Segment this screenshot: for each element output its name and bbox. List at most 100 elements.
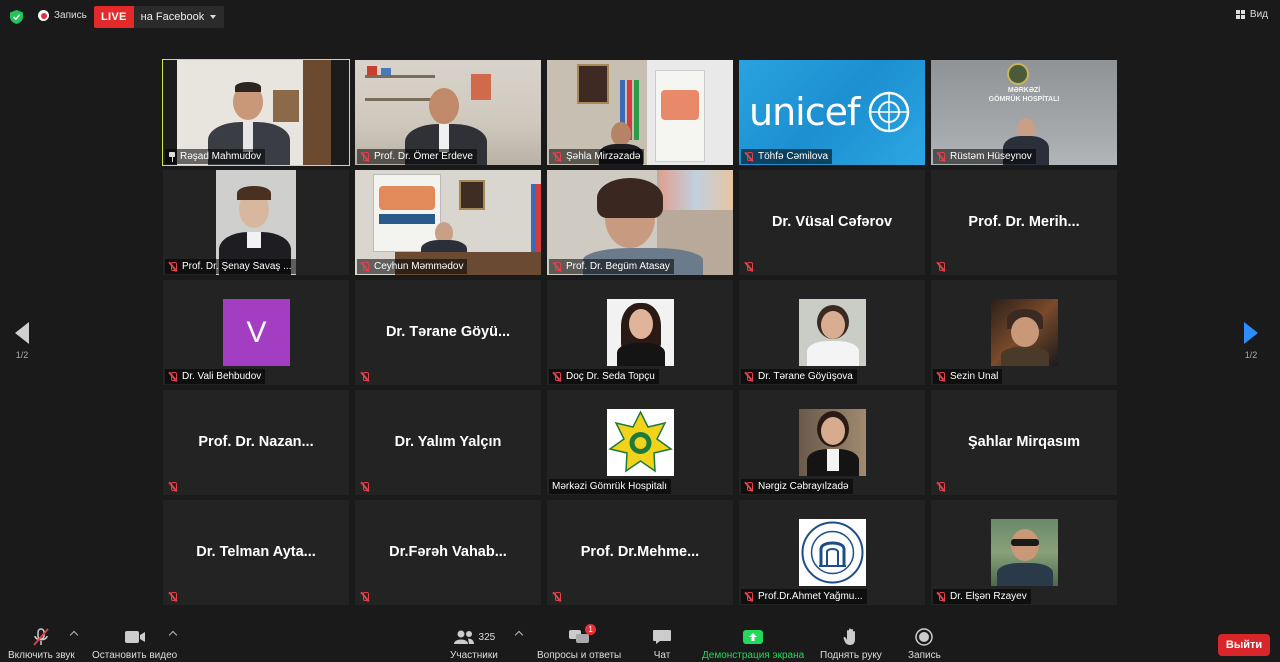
muted-microphone-icon bbox=[552, 261, 562, 272]
participant-tile-name[interactable]: Dr. Tərane Göyü... bbox=[355, 280, 541, 385]
participant-display-name: Dr. Yalım Yalçın bbox=[394, 434, 502, 450]
avatar-photo bbox=[991, 299, 1058, 366]
participant-tile-name[interactable]: Dr. Vüsal Cəfərov bbox=[739, 170, 925, 275]
participant-nametag: Rüstəm Hüseynov bbox=[933, 149, 1036, 164]
qa-button[interactable]: 1 Вопросы и ответы bbox=[537, 624, 621, 661]
participant-tile-photo[interactable]: Doç Dr. Seda Topçu bbox=[547, 280, 733, 385]
participant-tile-video[interactable]: Şəhla Mirzəzadə bbox=[547, 60, 733, 165]
participant-name: Rüstəm Hüseynov bbox=[950, 151, 1032, 162]
participant-display-name: Dr. Telman Ayta... bbox=[196, 544, 316, 560]
participant-tile-photo[interactable]: Dr. Tərane Göyüşova bbox=[739, 280, 925, 385]
participant-tile-name[interactable]: Prof. Dr. Merih... bbox=[931, 170, 1117, 275]
chevron-down-icon bbox=[210, 15, 217, 19]
participant-tile-photo[interactable]: Dr. Elşən Rzayev bbox=[931, 500, 1117, 605]
avatar-letter: V bbox=[223, 299, 290, 366]
participant-nametag bbox=[357, 369, 374, 384]
previous-page-button[interactable]: 1/2 bbox=[15, 322, 29, 360]
record-button[interactable]: Запись bbox=[908, 628, 941, 661]
participant-display-name: Şahlar Mirqasım bbox=[967, 434, 1080, 450]
participant-tile-name[interactable]: Prof. Dr.Mehme... bbox=[547, 500, 733, 605]
qa-badge: 1 bbox=[585, 624, 597, 635]
participant-tile-video[interactable]: MƏRKƏZİ GÖMRÜK HOSPİTALI Rüstəm Hüseynov bbox=[931, 60, 1117, 165]
leave-meeting-button[interactable]: Выйти bbox=[1218, 634, 1270, 656]
participant-display-name: Dr.Fərəh Vahab... bbox=[389, 544, 507, 560]
hospital-sign-text: MƏRKƏZİ GÖMRÜK HOSPİTALI bbox=[988, 87, 1060, 103]
participant-name: Ceyhun Məmmədov bbox=[374, 261, 464, 272]
participant-nametag bbox=[165, 479, 182, 494]
stop-video-button[interactable]: Остановить видео bbox=[92, 628, 177, 661]
muted-microphone-icon bbox=[936, 371, 946, 382]
live-target[interactable]: на Facebook bbox=[133, 6, 225, 28]
participant-tile-name[interactable]: Prof. Dr. Nazan... bbox=[163, 390, 349, 495]
participant-nametag: Prof. Dr. Şenay Savaş ... bbox=[165, 259, 296, 274]
live-stream-indicator[interactable]: LIVE на Facebook bbox=[94, 6, 225, 28]
participant-name: Doç Dr. Seda Topçu bbox=[566, 371, 655, 382]
participant-nametag bbox=[165, 589, 182, 604]
participant-tile-video[interactable]: Ceyhun Məmmədov bbox=[355, 170, 541, 275]
participant-nametag: Prof. Dr. Begüm Atasay bbox=[549, 259, 674, 274]
page-indicator-left: 1/2 bbox=[15, 350, 29, 360]
avatar-photo bbox=[799, 299, 866, 366]
participant-tile-name[interactable]: Dr. Yalım Yalçın bbox=[355, 390, 541, 495]
participant-tile-photo[interactable]: Sezin Unal bbox=[931, 280, 1117, 385]
participant-tile-photo[interactable]: Nərgiz Cəbrayılzadə bbox=[739, 390, 925, 495]
participants-options-chevron-icon[interactable] bbox=[514, 630, 524, 640]
record-icon bbox=[915, 628, 934, 646]
participant-tile-video[interactable]: Rəşad Mahmudov bbox=[162, 59, 350, 166]
muted-microphone-icon bbox=[360, 371, 370, 382]
top-bar: Запись LIVE на Facebook Вид bbox=[0, 0, 1280, 36]
grid-icon bbox=[1235, 10, 1245, 19]
participant-display-name: Dr. Vüsal Cəfərov bbox=[771, 214, 893, 230]
participant-name: Sezin Unal bbox=[950, 371, 999, 382]
participants-button[interactable]: 325 Участники bbox=[450, 628, 498, 661]
recording-label: Запись bbox=[54, 10, 87, 21]
participant-display-name: Prof. Dr. Nazan... bbox=[198, 434, 314, 450]
unmute-label: Включить звук bbox=[8, 650, 75, 661]
share-screen-button[interactable]: Демонстрация экрана bbox=[702, 628, 804, 661]
chat-button[interactable]: Чат bbox=[652, 628, 672, 661]
raise-hand-button[interactable]: Поднять руку bbox=[820, 628, 882, 661]
participant-tile-name[interactable]: Dr. Telman Ayta... bbox=[163, 500, 349, 605]
muted-microphone-icon bbox=[360, 261, 370, 272]
participant-tile-photo[interactable]: Prof.Dr.Ahmet Yağmu... bbox=[739, 500, 925, 605]
zoom-meeting-window: Запись LIVE на Facebook Вид 1/2 1/2 Rəşa… bbox=[0, 0, 1280, 662]
participant-tile-photo[interactable]: Mərkəzi Gömrük Hospitalı bbox=[547, 390, 733, 495]
unmute-button[interactable]: Включить звук bbox=[8, 628, 75, 661]
participant-name: Nərgiz Cəbrayılzadə bbox=[758, 481, 849, 492]
participant-tile-video[interactable]: Prof. Dr. Şenay Savaş ... bbox=[163, 170, 349, 275]
participant-nametag bbox=[933, 259, 950, 274]
muted-microphone-icon bbox=[360, 151, 370, 162]
participant-nametag: Mərkəzi Gömrük Hospitalı bbox=[549, 479, 672, 494]
participant-tile-video[interactable]: Prof. Dr. Ömer Erdeve bbox=[355, 60, 541, 165]
hospital-emblem-icon bbox=[608, 410, 673, 473]
live-target-label: на Facebook bbox=[140, 11, 205, 23]
recording-indicator[interactable]: Запись bbox=[38, 10, 87, 21]
participant-tile-video[interactable]: unicef Töhfə Cəmilova bbox=[739, 60, 925, 165]
participant-nametag: Ceyhun Məmmədov bbox=[357, 259, 468, 274]
video-camera-icon bbox=[124, 631, 145, 643]
participant-name: Dr. Vali Behbudov bbox=[182, 371, 262, 382]
participants-icon bbox=[453, 630, 474, 644]
participant-nametag: Dr. Vali Behbudov bbox=[165, 369, 266, 384]
view-button[interactable]: Вид bbox=[1235, 9, 1268, 20]
participant-tile-video[interactable]: Prof. Dr. Begüm Atasay bbox=[547, 170, 733, 275]
next-page-button[interactable]: 1/2 bbox=[1244, 322, 1258, 360]
raise-hand-icon bbox=[843, 628, 855, 645]
participant-display-name: Prof. Dr. Merih... bbox=[968, 214, 1080, 230]
avatar-photo bbox=[799, 409, 866, 476]
muted-microphone-icon bbox=[168, 371, 178, 382]
record-label: Запись bbox=[908, 650, 941, 661]
participant-tile-name[interactable]: Şahlar Mirqasım bbox=[931, 390, 1117, 495]
participant-tile-name[interactable]: Dr.Fərəh Vahab... bbox=[355, 500, 541, 605]
participant-name: Şəhla Mirzəzadə bbox=[566, 151, 641, 162]
participant-name: Prof. Dr. Begüm Atasay bbox=[566, 261, 670, 272]
muted-microphone-icon bbox=[936, 261, 946, 272]
avatar-photo bbox=[607, 409, 674, 476]
participant-name: Töhfə Cəmilova bbox=[758, 151, 829, 162]
security-shield-icon[interactable] bbox=[10, 10, 23, 24]
participant-nametag: Nərgiz Cəbrayılzadə bbox=[741, 479, 853, 494]
participant-tile-letter[interactable]: V Dr. Vali Behbudov bbox=[163, 280, 349, 385]
muted-microphone-icon bbox=[360, 481, 370, 492]
participant-nametag: Prof. Dr. Ömer Erdeve bbox=[357, 149, 477, 164]
share-screen-icon bbox=[743, 630, 764, 644]
